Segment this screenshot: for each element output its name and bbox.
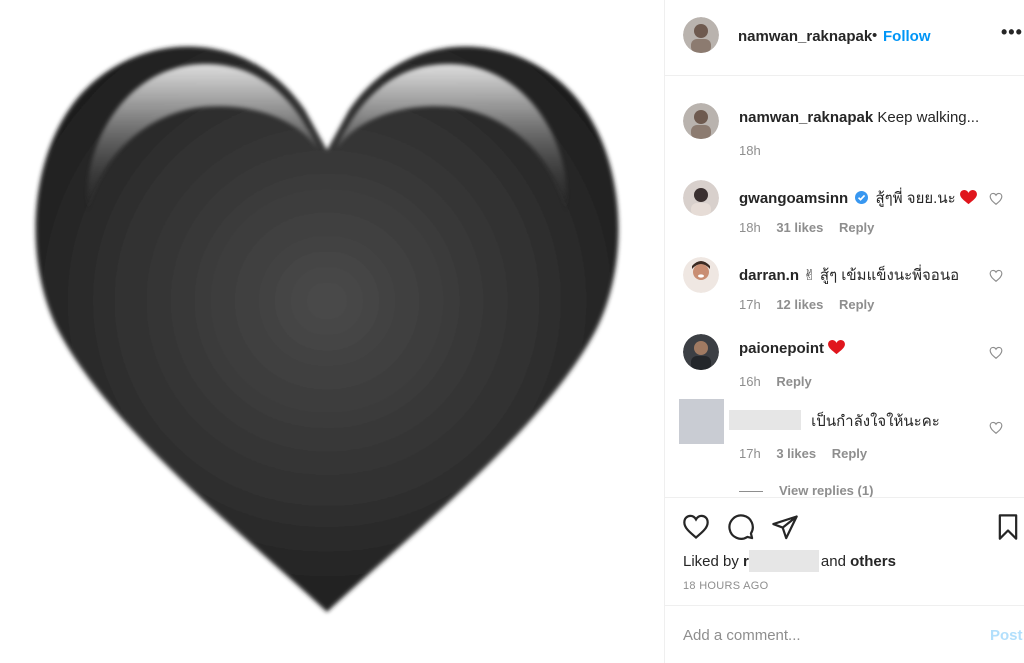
- comment-text: สู้ๆพี่ จยย.นะ: [875, 190, 956, 207]
- comment-username[interactable]: gwangoamsinn: [739, 190, 848, 207]
- reply-button[interactable]: Reply: [839, 220, 874, 235]
- comment-line: darran.n ✌ สู้ๆ เข้มแข็งนะพี่จอนอ: [739, 263, 959, 287]
- caption: namwan_raknapak Keep walking... 18h: [665, 103, 1024, 163]
- black-heart-icon: [35, 46, 619, 612]
- comment-meta: 16h Reply: [739, 374, 824, 389]
- view-replies-button[interactable]: View replies (1): [739, 483, 873, 497]
- commenter-avatar[interactable]: [683, 257, 719, 293]
- redacted-username: [729, 410, 801, 430]
- post-sidebar: namwan_raknapak • Follow ••• namwan_rakn…: [664, 0, 1024, 663]
- action-bar: Liked by r and others 18 HOURS AGO: [665, 497, 1024, 605]
- comment-time[interactable]: 17h: [739, 297, 761, 312]
- liked-by-prefix: Liked by: [683, 553, 739, 570]
- comment-time[interactable]: 18h: [739, 220, 761, 235]
- like-comment-heart-icon[interactable]: [989, 421, 1003, 435]
- comment-username[interactable]: darran.n: [739, 267, 799, 284]
- comment-item: paionepoint 16h Reply: [665, 334, 1024, 394]
- comment-item: darran.n ✌ สู้ๆ เข้มแข็งนะพี่จอนอ 17h 12…: [665, 257, 1024, 317]
- comment-time[interactable]: 17h: [739, 446, 761, 461]
- comment-line: paionepoint: [739, 340, 846, 357]
- verified-badge-icon: [855, 191, 869, 204]
- caption-text: namwan_raknapak Keep walking...: [739, 109, 979, 126]
- add-comment-bar: Post: [665, 605, 1024, 663]
- comment-bubble-icon[interactable]: [727, 513, 755, 541]
- comment-likes[interactable]: 31 likes: [776, 220, 823, 235]
- red-heart-emoji-icon: [959, 190, 977, 205]
- follow-button[interactable]: Follow: [883, 28, 931, 45]
- comment-time[interactable]: 18h: [739, 143, 761, 158]
- view-replies-label: View replies (1): [779, 483, 874, 497]
- reply-button[interactable]: Reply: [776, 374, 811, 389]
- comment-text: ✌ สู้ๆ เข้มแข็งนะพี่จอนอ: [803, 267, 960, 284]
- comment-username[interactable]: namwan_raknapak: [739, 109, 873, 126]
- post-image[interactable]: [0, 0, 664, 663]
- comment-likes[interactable]: 12 likes: [776, 297, 823, 312]
- reply-button[interactable]: Reply: [839, 297, 874, 312]
- comment-line: เป็นกำลังใจให้นะคะ: [729, 409, 940, 433]
- comment-meta: 17h 3 likes Reply: [739, 446, 879, 461]
- add-comment-input[interactable]: [683, 624, 963, 646]
- comment-likes[interactable]: 3 likes: [776, 446, 816, 461]
- commenter-avatar[interactable]: [683, 334, 719, 370]
- red-heart-emoji-icon: [828, 340, 846, 355]
- liked-by-and: and: [820, 553, 846, 570]
- post-viewer: namwan_raknapak • Follow ••• namwan_rakn…: [0, 0, 1024, 663]
- share-paper-plane-icon[interactable]: [771, 513, 799, 541]
- replies-dash: [739, 491, 763, 493]
- comment-item: เป็นกำลังใจให้นะคะ 17h 3 likes Reply Vie…: [665, 399, 1024, 497]
- more-options-icon[interactable]: •••: [1001, 22, 1023, 43]
- save-bookmark-icon[interactable]: [994, 513, 1022, 541]
- comment-text: เป็นกำลังใจให้นะคะ: [811, 413, 940, 430]
- comment-time[interactable]: 16h: [739, 374, 761, 389]
- comment-text: Keep walking...: [877, 109, 980, 126]
- comment-meta: 17h 12 likes Reply: [739, 297, 886, 312]
- liked-by-others[interactable]: others: [850, 553, 896, 570]
- like-comment-heart-icon[interactable]: [989, 346, 1003, 360]
- author-avatar[interactable]: [683, 17, 719, 53]
- redacted-avatar: [679, 399, 724, 444]
- like-heart-icon[interactable]: [682, 513, 710, 541]
- comment-meta: 18h 31 likes Reply: [739, 220, 886, 235]
- post-comment-button[interactable]: Post: [990, 627, 1023, 644]
- comment-username[interactable]: paionepoint: [739, 340, 824, 357]
- commenter-avatar[interactable]: [683, 180, 719, 216]
- comment-meta: 18h: [739, 143, 773, 158]
- author-username[interactable]: namwan_raknapak: [738, 28, 872, 45]
- liked-by-line: Liked by r and others: [683, 550, 896, 572]
- like-comment-heart-icon[interactable]: [989, 192, 1003, 206]
- separator-dot: •: [872, 27, 878, 44]
- reply-button[interactable]: Reply: [832, 446, 867, 461]
- post-timestamp[interactable]: 18 HOURS AGO: [683, 580, 769, 592]
- like-comment-heart-icon[interactable]: [989, 269, 1003, 283]
- comment-line: gwangoamsinn สู้ๆพี่ จยย.นะ: [739, 186, 977, 210]
- author-avatar[interactable]: [683, 103, 719, 139]
- comment-item: gwangoamsinn สู้ๆพี่ จยย.นะ 18h 31 likes…: [665, 180, 1024, 240]
- post-header: namwan_raknapak • Follow •••: [665, 0, 1024, 76]
- comments-list[interactable]: namwan_raknapak Keep walking... 18h gwan…: [665, 77, 1024, 497]
- redacted-liker: [748, 550, 819, 572]
